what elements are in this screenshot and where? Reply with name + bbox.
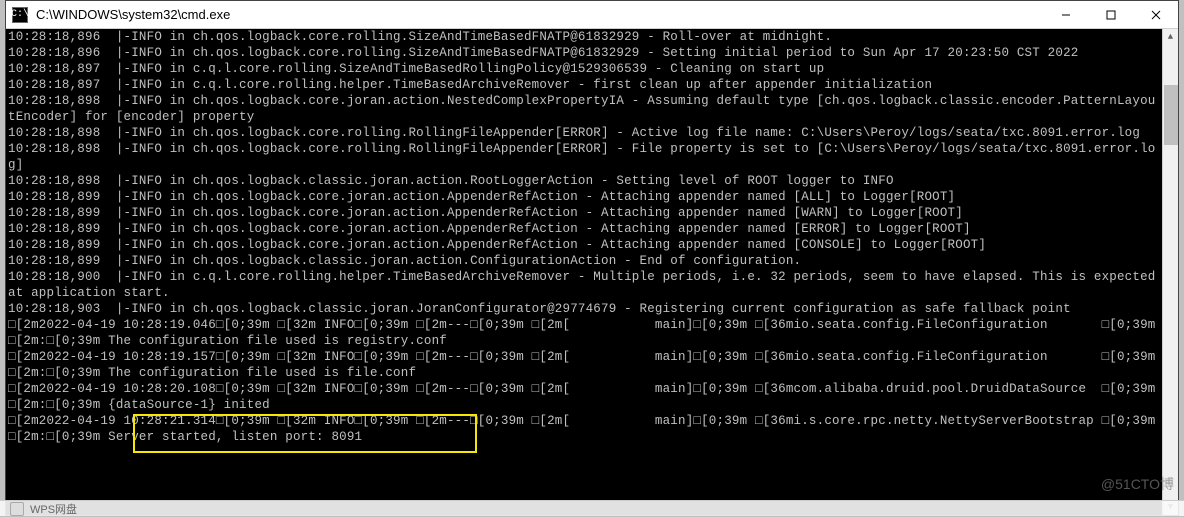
- maximize-button[interactable]: [1088, 1, 1133, 28]
- taskbar-item-label: WPS网盘: [30, 501, 77, 517]
- titlebar[interactable]: C:\ C:\WINDOWS\system32\cmd.exe: [6, 1, 1178, 29]
- log-line: 10:28:18,896 |-INFO in ch.qos.logback.co…: [8, 45, 1160, 61]
- vertical-scrollbar[interactable]: ▲ ▼: [1162, 29, 1178, 515]
- watermark-text: @51CTO博: [1101, 474, 1174, 494]
- close-button[interactable]: [1133, 1, 1178, 28]
- log-line: 10:28:18,898 |-INFO in ch.qos.logback.cl…: [8, 173, 1160, 189]
- scroll-up-icon[interactable]: ▲: [1163, 29, 1178, 45]
- taskbar: WPS网盘: [0, 500, 1184, 516]
- log-line: 10:28:18,899 |-INFO in ch.qos.logback.co…: [8, 221, 1160, 237]
- log-line: 10:28:18,899 |-INFO in ch.qos.logback.co…: [8, 237, 1160, 253]
- log-line: 10:28:18,898 |-INFO in ch.qos.logback.co…: [8, 141, 1160, 173]
- wps-icon: [10, 502, 24, 516]
- log-line: 10:28:18,897 |-INFO in c.q.l.core.rollin…: [8, 77, 1160, 93]
- log-line: 10:28:18,899 |-INFO in ch.qos.logback.cl…: [8, 253, 1160, 269]
- log-line: 10:28:18,900 |-INFO in c.q.l.core.rollin…: [8, 269, 1160, 301]
- log-line: 10:28:18,897 |-INFO in c.q.l.core.rollin…: [8, 61, 1160, 77]
- log-line: 10:28:18,898 |-INFO in ch.qos.logback.co…: [8, 93, 1160, 125]
- scroll-thumb[interactable]: [1164, 85, 1178, 145]
- minimize-button[interactable]: [1043, 1, 1088, 28]
- log-line: □[2m2022-04-19 10:28:19.046□[0;39m □[32m…: [8, 317, 1160, 349]
- terminal-output[interactable]: 10:28:18,896 |-INFO in ch.qos.logback.co…: [6, 29, 1162, 515]
- log-line: □[2m2022-04-19 10:28:21.314□[0;39m □[32m…: [8, 413, 1160, 445]
- log-line: □[2m2022-04-19 10:28:19.157□[0;39m □[32m…: [8, 349, 1160, 381]
- log-line: □[2m2022-04-19 10:28:20.108□[0;39m □[32m…: [8, 381, 1160, 413]
- cmd-window: C:\ C:\WINDOWS\system32\cmd.exe 10:28:18…: [5, 0, 1179, 516]
- log-line: 10:28:18,896 |-INFO in ch.qos.logback.co…: [8, 29, 1160, 45]
- log-line: 10:28:18,903 |-INFO in ch.qos.logback.cl…: [8, 301, 1160, 317]
- window-title: C:\WINDOWS\system32\cmd.exe: [36, 7, 230, 22]
- cmd-icon: C:\: [12, 7, 28, 23]
- log-line: 10:28:18,899 |-INFO in ch.qos.logback.co…: [8, 205, 1160, 221]
- log-line: 10:28:18,899 |-INFO in ch.qos.logback.co…: [8, 189, 1160, 205]
- log-line: 10:28:18,898 |-INFO in ch.qos.logback.co…: [8, 125, 1160, 141]
